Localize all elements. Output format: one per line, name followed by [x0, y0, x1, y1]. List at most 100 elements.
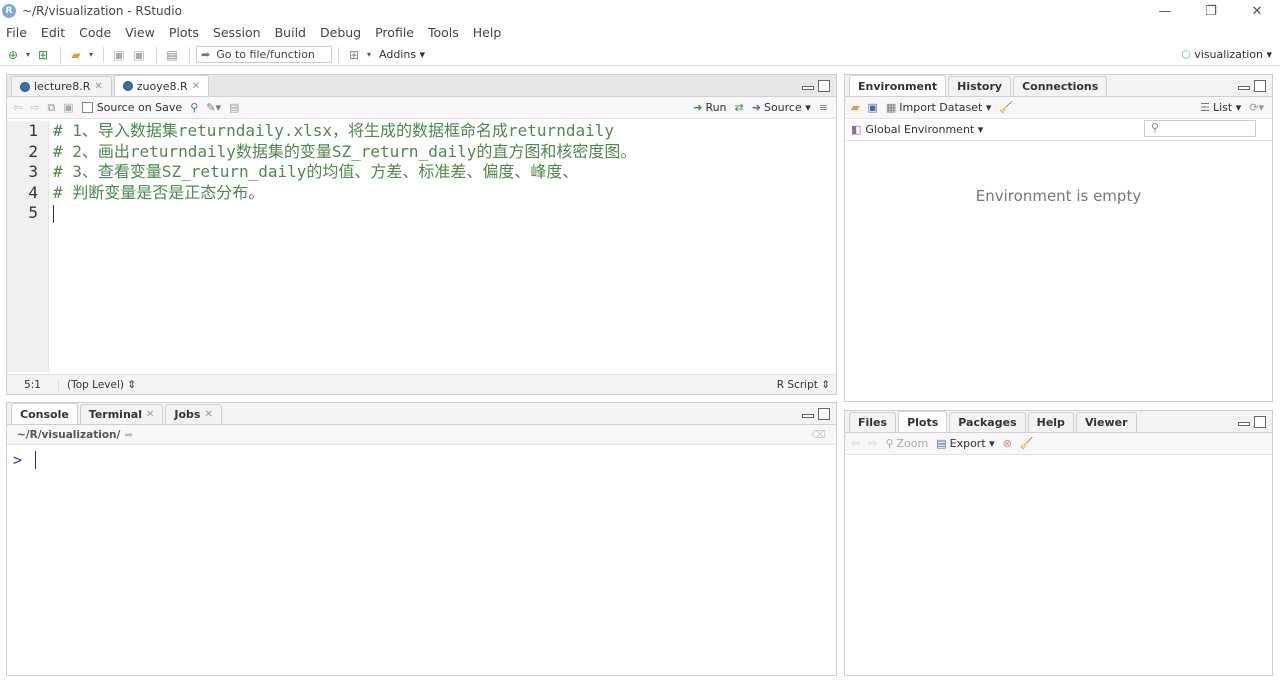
view-mode-selector[interactable]: ☰ List ▾ — [1200, 101, 1241, 114]
file-type-selector[interactable]: R Script ⇕ — [777, 379, 830, 391]
main-toolbar: ⊕ ▾ ⊞ ▰ ▾ ▣ ▣ ▤ ➦ Go to file/function ⊞ … — [0, 44, 1280, 66]
window-controls: — ❐ ✕ — [1142, 0, 1280, 22]
export-button[interactable]: ▤ Export ▾ — [936, 437, 994, 450]
menu-code[interactable]: Code — [79, 25, 111, 40]
dropdown-arrow-icon[interactable]: ▾ — [365, 46, 373, 64]
dropdown-arrow-icon[interactable]: ▾ — [87, 46, 95, 64]
compile-report-icon[interactable]: ▤ — [229, 101, 239, 114]
close-tab-icon[interactable]: ✕ — [94, 81, 102, 92]
tab-zuoye8[interactable]: zuoye8.R ✕ — [113, 75, 210, 96]
tab-packages[interactable]: Packages — [949, 412, 1026, 432]
close-tab-icon[interactable]: ✕ — [146, 409, 154, 420]
remove-plot-icon[interactable]: ⊗ — [1003, 437, 1012, 450]
code-line: # 3、查看变量SZ_return_daily的均值、方差、标准差、偏度、峰度、 — [53, 162, 579, 182]
environment-pane: Environment History Connections ▰ ▣ ▦ Im… — [844, 74, 1273, 402]
tab-jobs[interactable]: Jobs ✕ — [165, 404, 222, 424]
forward-icon[interactable]: ⇨ — [30, 101, 39, 114]
code-tools-icon[interactable]: ✎▾ — [206, 101, 221, 114]
tab-files[interactable]: Files — [849, 412, 897, 432]
minimize-icon[interactable]: — — [1142, 0, 1188, 22]
save-icon[interactable]: ▣ — [110, 46, 128, 64]
menu-plots[interactable]: Plots — [169, 25, 199, 40]
back-icon[interactable]: ⇦ — [13, 101, 22, 114]
save-all-icon[interactable]: ▣ — [130, 46, 148, 64]
tab-plots[interactable]: Plots — [898, 411, 948, 432]
maximize-pane-icon[interactable] — [818, 408, 830, 420]
tab-viewer[interactable]: Viewer — [1075, 412, 1137, 432]
run-button[interactable]: ➜ Run — [693, 101, 726, 114]
line-number: 2 — [28, 141, 38, 161]
restore-icon[interactable]: ❐ — [1188, 0, 1234, 22]
menu-session[interactable]: Session — [213, 25, 261, 40]
source-on-save-toggle[interactable]: Source on Save — [81, 101, 182, 114]
save-workspace-icon[interactable]: ▣ — [867, 101, 877, 114]
pane-controls — [802, 408, 830, 420]
new-project-icon[interactable]: ⊞ — [34, 46, 52, 64]
maximize-pane-icon[interactable] — [1254, 80, 1266, 92]
minimize-pane-icon[interactable] — [802, 86, 814, 90]
open-file-icon[interactable]: ▰ — [67, 46, 85, 64]
clear-plots-icon[interactable]: 🧹 — [1020, 437, 1034, 450]
document-outline-icon[interactable]: ≡ — [819, 101, 828, 114]
menu-debug[interactable]: Debug — [320, 25, 361, 40]
code-line-current — [53, 203, 836, 224]
tab-help[interactable]: Help — [1027, 412, 1074, 432]
project-menu[interactable]: ⬡ visualization ▾ — [1181, 48, 1272, 61]
tab-connections[interactable]: Connections — [1013, 76, 1108, 96]
new-file-icon[interactable]: ⊕ — [4, 46, 22, 64]
clear-console-icon[interactable]: ⌫ — [811, 429, 826, 441]
find-icon[interactable]: ⚲ — [190, 101, 198, 114]
tab-console[interactable]: Console — [11, 403, 78, 424]
source-on-save-checkbox[interactable] — [81, 102, 93, 113]
text-cursor — [53, 204, 54, 223]
addins-menu[interactable]: Addins ▾ — [379, 48, 425, 61]
dropdown-arrow-icon[interactable]: ▾ — [24, 46, 32, 64]
line-number-gutter: 1 2 3 4 5 — [7, 121, 49, 372]
next-plot-icon[interactable]: ⇨ — [868, 437, 877, 450]
rerun-icon[interactable]: ⇄ — [735, 101, 744, 114]
close-tab-icon[interactable]: ✕ — [192, 81, 200, 92]
code-editor[interactable]: # 1、导入数据集returndaily.xlsx，将生成的数据框命名成retu… — [53, 121, 836, 372]
menu-view[interactable]: View — [125, 25, 155, 40]
maximize-pane-icon[interactable] — [818, 80, 830, 92]
menu-tools[interactable]: Tools — [428, 25, 459, 40]
console-tab-strip: Console Terminal ✕ Jobs ✕ — [7, 403, 836, 425]
tab-history[interactable]: History — [948, 76, 1012, 96]
tab-environment[interactable]: Environment — [849, 75, 947, 96]
print-icon[interactable]: ▤ — [163, 46, 181, 64]
save-file-icon[interactable]: ▣ — [63, 101, 73, 114]
go-to-dir-icon[interactable]: ➦ — [124, 429, 133, 441]
title-bar: R ~/R/visualization - RStudio — ❐ ✕ — [0, 0, 1280, 22]
scope-selector[interactable]: (Top Level) ⇕ — [67, 379, 136, 391]
previous-plot-icon[interactable]: ⇦ — [851, 437, 860, 450]
menu-help[interactable]: Help — [473, 25, 502, 40]
minimize-pane-icon[interactable] — [1238, 86, 1250, 90]
source-button[interactable]: ➜ Source ▾ — [752, 101, 811, 114]
maximize-pane-icon[interactable] — [1254, 416, 1266, 428]
environment-search-input[interactable]: ⚲ — [1144, 120, 1256, 137]
import-dataset-button[interactable]: ▦ Import Dataset ▾ — [886, 101, 992, 114]
workspace-panes-icon[interactable]: ⊞ — [345, 46, 363, 64]
toolbar-divider — [338, 46, 339, 63]
environment-empty-message: Environment is empty — [975, 187, 1142, 205]
close-icon[interactable]: ✕ — [1234, 0, 1280, 22]
clear-workspace-icon[interactable]: 🧹 — [999, 101, 1013, 114]
minimize-pane-icon[interactable] — [1238, 422, 1250, 426]
tab-lecture8[interactable]: lecture8.R ✕ — [11, 76, 112, 96]
show-in-window-icon[interactable]: ⧉ — [47, 101, 55, 115]
line-number: 3 — [28, 162, 38, 182]
load-workspace-icon[interactable]: ▰ — [851, 101, 859, 114]
tab-terminal[interactable]: Terminal ✕ — [79, 404, 164, 424]
source-arrow-icon: ➜ — [751, 101, 761, 114]
minimize-pane-icon[interactable] — [802, 414, 814, 418]
global-environment-selector[interactable]: ◧ Global Environment ▾ — [851, 123, 983, 136]
menu-edit[interactable]: Edit — [41, 25, 65, 40]
menu-file[interactable]: File — [6, 25, 27, 40]
menu-profile[interactable]: Profile — [375, 25, 414, 40]
menu-build[interactable]: Build — [275, 25, 306, 40]
zoom-button[interactable]: ⚲ Zoom — [885, 437, 928, 450]
refresh-icon[interactable]: ⟳▾ — [1249, 101, 1264, 114]
console-cursor — [35, 451, 36, 469]
go-to-file-input[interactable]: ➦ Go to file/function — [196, 46, 332, 63]
close-tab-icon[interactable]: ✕ — [204, 409, 212, 420]
